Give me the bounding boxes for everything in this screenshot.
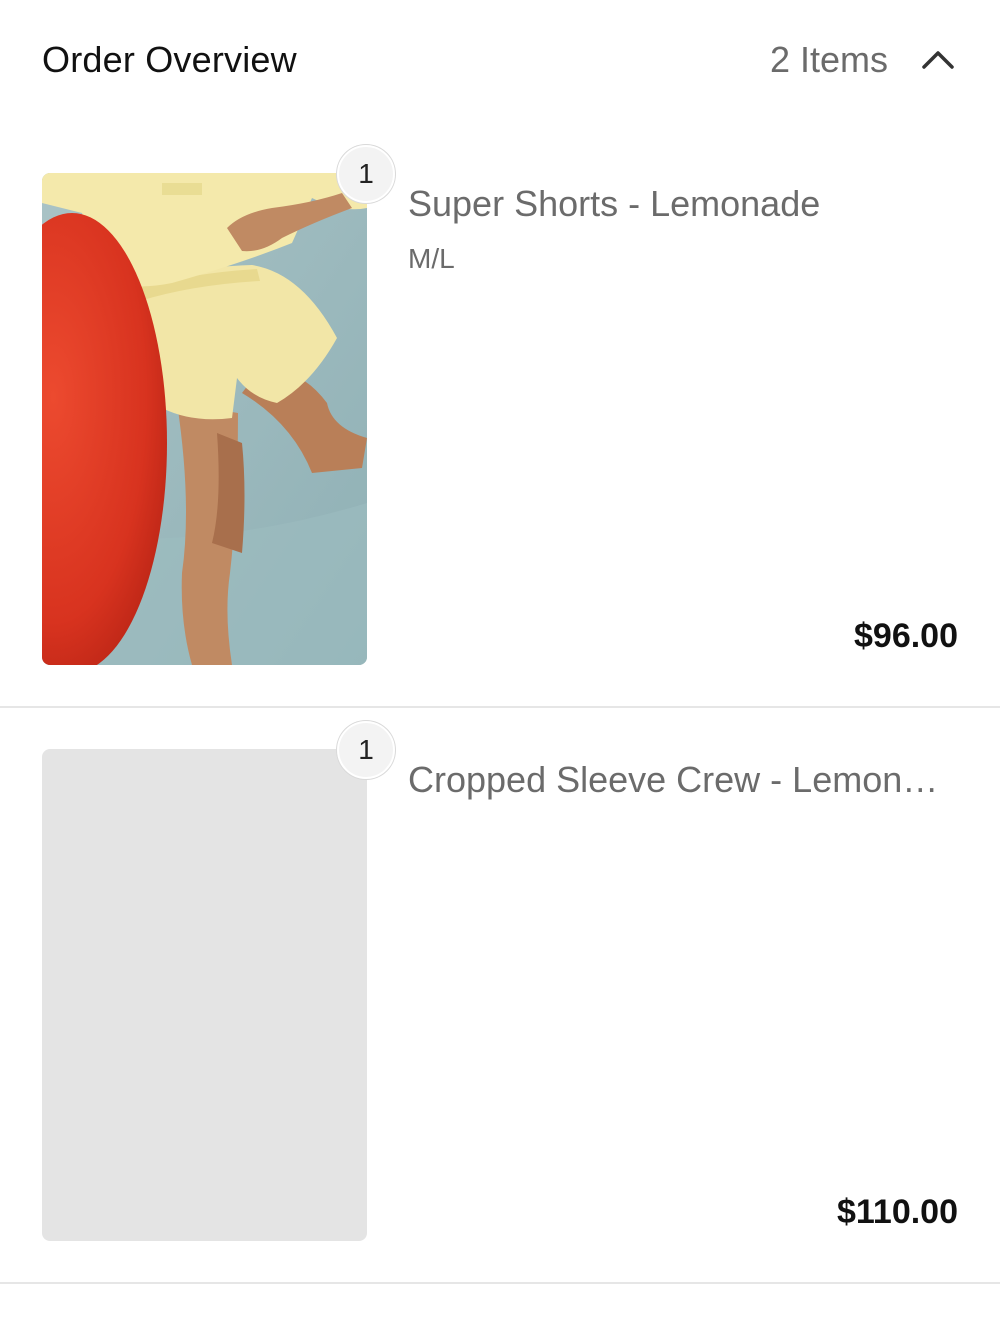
product-thumbnail-wrap: 1 (42, 721, 395, 1241)
item-count: 2 Items (769, 39, 888, 80)
product-image (42, 173, 367, 665)
order-overview-header[interactable]: Order Overview 2 Items (0, 0, 1000, 120)
product-variant: M/L (408, 243, 455, 274)
order-summary-toggle[interactable]: 2 Items (770, 30, 958, 90)
product-price: $110.00 (836, 1193, 958, 1231)
product-price: $96.00 (854, 617, 958, 655)
item-divider (0, 706, 1000, 708)
order-overview-title: Order Overview (42, 39, 297, 80)
line-item: 1 Cropped Sleeve Crew - Lemonade $110.00 (0, 716, 1000, 1284)
quantity-badge: 1 (337, 721, 395, 779)
product-thumbnail-wrap: 1 (42, 145, 395, 665)
item-divider (0, 1282, 1000, 1284)
product-name[interactable]: Super Shorts - Lemonade (408, 182, 958, 226)
line-item: 1 Super Shorts - Lemonade M/L $96.00 (0, 140, 1000, 708)
chevron-up-icon[interactable] (918, 40, 958, 80)
quantity-badge: 1 (337, 145, 395, 203)
product-name[interactable]: Cropped Sleeve Crew - Lemonade (408, 758, 958, 802)
product-image-placeholder (42, 749, 367, 1241)
